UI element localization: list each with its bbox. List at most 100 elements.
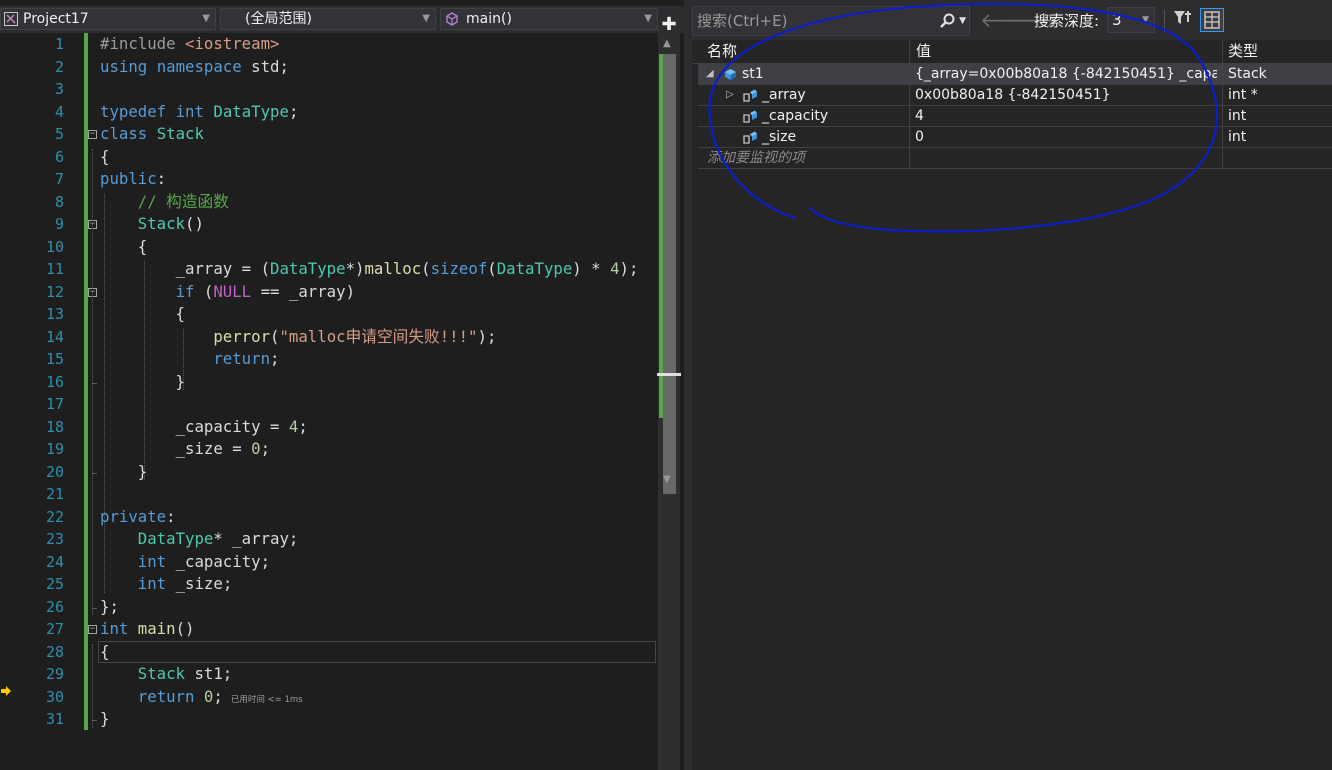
code-line[interactable]: // 构造函数: [100, 191, 229, 213]
row-value[interactable]: {_array=0x00b80a18 {-842150451} _capacit…: [915, 64, 1217, 84]
code-token: DataType: [137, 529, 214, 548]
search-depth-select[interactable]: 3 ▼: [1107, 7, 1155, 33]
header-value[interactable]: 值: [916, 40, 931, 62]
header-type[interactable]: 类型: [1228, 40, 1258, 62]
scope-label: (全局范围): [245, 11, 312, 27]
code-line[interactable]: {: [100, 146, 109, 168]
code-token: st1;: [185, 664, 233, 683]
row-value[interactable]: 4: [915, 106, 1217, 126]
code-line[interactable]: };: [100, 596, 119, 618]
code-line[interactable]: private:: [100, 506, 176, 528]
row-value[interactable]: 0: [915, 127, 1217, 147]
code-token: (: [194, 281, 214, 301]
function-label: main(): [466, 11, 512, 27]
column-separator[interactable]: [1222, 40, 1223, 63]
header-name[interactable]: 名称: [707, 40, 737, 62]
project-dropdown[interactable]: Project17 ▼: [0, 8, 216, 30]
project-icon: [4, 12, 18, 26]
line-number: 17: [45, 395, 64, 413]
scrollbar-thumb[interactable]: [663, 54, 676, 494]
variable-icon: [725, 69, 736, 80]
code-token: "malloc申请空间失败!!!": [279, 326, 478, 346]
code-line[interactable]: public:: [100, 168, 166, 190]
code-line[interactable]: _size = 0;: [100, 438, 270, 460]
collapse-arrow-icon[interactable]: ◢: [706, 64, 714, 84]
code-line[interactable]: {: [100, 236, 147, 258]
line-number: 28: [45, 642, 64, 661]
code-token: sizeof: [430, 259, 488, 278]
scope-dropdown[interactable]: (全局范围) ▼: [220, 8, 436, 30]
line-number: 1: [54, 35, 64, 53]
column-separator[interactable]: [1222, 64, 1223, 169]
code-token: DataType: [213, 101, 289, 121]
add-watch-row[interactable]: 添加要监视的项: [698, 148, 1332, 169]
code-line[interactable]: class Stack: [100, 123, 204, 145]
pane-splitter[interactable]: [684, 0, 692, 770]
column-separator[interactable]: [909, 40, 910, 63]
line-number: 8: [54, 192, 64, 211]
code-token: =: [222, 439, 252, 458]
line-number: 6: [54, 147, 64, 166]
expand-arrow-icon[interactable]: ▷: [726, 85, 734, 105]
code-line[interactable]: int main(): [100, 618, 194, 640]
code-line[interactable]: int _size;: [100, 573, 232, 595]
code-token: 4: [610, 259, 620, 278]
code-line[interactable]: Stack(): [100, 213, 204, 235]
row-name: _size: [762, 129, 797, 145]
code-line[interactable]: return;: [100, 348, 279, 370]
add-watch-placeholder[interactable]: 添加要监视的项: [707, 148, 805, 168]
column-separator[interactable]: [909, 64, 910, 169]
line-number: 21: [45, 485, 64, 503]
code-line[interactable]: }: [100, 708, 109, 730]
code-token: {: [100, 641, 110, 661]
hexadecimal-display-button[interactable]: [1200, 8, 1224, 32]
code-line[interactable]: DataType* _array;: [100, 528, 299, 550]
fold-collapse-icon[interactable]: −: [88, 625, 97, 634]
code-line[interactable]: return 0; 已用时间 <= 1ms: [100, 686, 303, 708]
chevron-down-icon[interactable]: ▼: [959, 7, 966, 35]
code-line[interactable]: _array = (DataType*)malloc(sizeof(DataTy…: [100, 258, 639, 280]
watch-row[interactable]: _size 0 int: [698, 127, 1332, 148]
line-number: 2: [54, 57, 64, 76]
search-icon[interactable]: [939, 7, 955, 38]
code-line[interactable]: {: [100, 641, 109, 663]
code-token: NULL: [213, 281, 252, 301]
code-line[interactable]: if (NULL == _array): [100, 281, 355, 303]
row-value[interactable]: 0x00b80a18 {-842150451}: [915, 85, 1217, 105]
code-line[interactable]: typedef int DataType;: [100, 101, 298, 123]
scroll-up-icon[interactable]: ▲: [663, 38, 671, 49]
perf-tip[interactable]: 已用时间 <= 1ms: [231, 695, 303, 705]
code-line[interactable]: #include <iostream>: [100, 33, 279, 55]
fold-collapse-icon[interactable]: −: [88, 130, 97, 139]
function-dropdown[interactable]: main() ▼: [440, 8, 658, 30]
code-line[interactable]: using namespace std;: [100, 56, 289, 78]
watch-row[interactable]: ◢ st1 {_array=0x00b80a18 {-842150451} _c…: [698, 64, 1332, 85]
code-text-area[interactable]: #include <iostream> using namespace std; t…: [100, 33, 656, 770]
code-line[interactable]: perror("malloc申请空间失败!!!");: [100, 326, 496, 348]
line-number: 20: [45, 462, 64, 481]
code-token: ) *: [572, 259, 611, 278]
code-line[interactable]: {: [100, 303, 185, 325]
code-line[interactable]: }: [100, 371, 185, 393]
code-editor[interactable]: Project17 ▼ (全局范围) ▼ main() ▼ ✚ 12345678…: [0, 0, 684, 770]
code-token: ;: [260, 551, 271, 571]
code-token: // 构造函数: [137, 191, 229, 211]
code-token: perror: [213, 326, 271, 346]
watch-row[interactable]: _capacity 4 int: [698, 106, 1332, 127]
row-type: int: [1228, 108, 1247, 124]
scroll-down-icon[interactable]: ▼: [663, 474, 671, 485]
search-input[interactable]: 搜索(Ctrl+E) ▼: [692, 6, 970, 36]
code-line[interactable]: _capacity = 4;: [100, 416, 308, 438]
code-line[interactable]: }: [100, 461, 147, 483]
code-line[interactable]: Stack st1;: [100, 663, 232, 685]
code-token: *): [345, 259, 365, 278]
watch-row[interactable]: ▷ _array 0x00b80a18 {-842150451} int *: [698, 85, 1332, 106]
code-line[interactable]: int _capacity;: [100, 551, 270, 573]
pin-filter-icon[interactable]: [1172, 8, 1194, 30]
